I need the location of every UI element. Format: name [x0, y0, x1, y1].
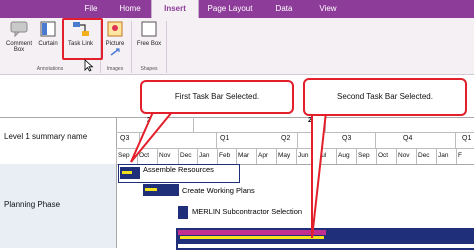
month-divider — [217, 149, 218, 164]
tab-insert[interactable]: Insert — [151, 0, 199, 18]
month-divider — [436, 149, 437, 164]
task-label[interactable]: Assemble Resources — [143, 165, 214, 174]
picture-sub-icon — [110, 48, 120, 56]
month-divider — [336, 149, 337, 164]
tab-file[interactable]: File — [74, 0, 108, 18]
picture-icon — [103, 20, 127, 40]
quarter-label: Q3 — [120, 135, 130, 142]
quarter-label: Q1 — [220, 135, 230, 142]
task-label[interactable]: MERLIN Subcontractor Selection — [192, 207, 302, 216]
month-label: Oct — [378, 152, 389, 159]
ribbon-tab-bar: File Home Insert Page Layout Data View — [0, 0, 474, 18]
month-label: Dec — [418, 152, 430, 159]
month-label: Jul — [318, 152, 327, 159]
callout-joint — [152, 106, 174, 111]
curtain-label: Curtain — [38, 41, 58, 47]
month-divider — [197, 149, 198, 164]
task-bar-long[interactable] — [178, 230, 474, 244]
tab-page-layout[interactable]: Page Layout — [200, 0, 260, 18]
month-label: Feb — [219, 152, 231, 159]
quarter-label: Q3 — [342, 135, 352, 142]
month-label: Dec — [180, 152, 192, 159]
month-divider — [256, 149, 257, 164]
month-label: Jan — [438, 152, 449, 159]
callout-joint — [311, 106, 328, 111]
month-label: May — [278, 152, 291, 159]
month-label: Nov — [398, 152, 410, 159]
month-divider — [456, 149, 457, 164]
month-divider — [178, 149, 179, 164]
month-divider — [116, 149, 117, 164]
task-bar-working-plans[interactable] — [143, 184, 179, 196]
tab-home[interactable]: Home — [110, 0, 150, 18]
month-label: Mar — [238, 152, 250, 159]
year-label: 2 — [147, 117, 151, 124]
group-shapes: Shapes — [140, 66, 158, 72]
group-images: Images — [106, 66, 124, 72]
group-annotations: Annotations — [36, 66, 64, 72]
month-label: Jan — [199, 152, 210, 159]
comment-box-button[interactable]: Comment Box — [4, 20, 34, 53]
year-label: 20 — [308, 117, 316, 124]
picture-button[interactable]: Picture — [103, 20, 127, 56]
curtain-button[interactable]: Curtain — [36, 20, 60, 47]
month-divider — [296, 149, 297, 164]
curtain-icon — [36, 20, 60, 40]
group-divider — [131, 21, 132, 73]
month-label: F — [458, 152, 462, 159]
month-divider — [376, 149, 377, 164]
quarter-label: Q4 — [403, 135, 413, 142]
free-box-icon — [134, 20, 164, 40]
month-divider — [356, 149, 357, 164]
month-label: Jun — [298, 152, 309, 159]
month-divider — [157, 149, 158, 164]
tab-data[interactable]: Data — [264, 0, 304, 18]
month-label: Nov — [159, 152, 171, 159]
month-divider — [416, 149, 417, 164]
comment-box-label: Comment Box — [6, 41, 33, 53]
month-divider — [316, 149, 317, 164]
task-label[interactable]: Create Working Plans — [182, 186, 255, 195]
free-box-button[interactable]: Free Box — [134, 20, 164, 47]
quarter-label: Q2 — [281, 135, 291, 142]
month-label: Apr — [258, 152, 269, 159]
month-label: Sep — [358, 152, 370, 159]
picture-label: Picture — [105, 41, 125, 47]
tab-view[interactable]: View — [308, 0, 348, 18]
group-divider — [166, 21, 167, 73]
month-divider — [137, 149, 138, 164]
level1-row-label: Level 1 summary name — [4, 132, 88, 141]
comment-box-icon — [4, 20, 34, 40]
phase-row-label: Planning Phase — [4, 200, 61, 209]
quarter-label: Q4 — [142, 135, 152, 142]
month-label: Aug — [338, 152, 350, 159]
task-link-highlight — [62, 18, 103, 60]
month-label: Sep — [118, 152, 130, 159]
month-label: Oct — [139, 152, 150, 159]
free-box-label: Free Box — [136, 41, 162, 47]
task-bar-merlin[interactable] — [178, 206, 188, 219]
month-divider — [396, 149, 397, 164]
month-divider — [236, 149, 237, 164]
month-divider — [276, 149, 277, 164]
quarter-label: Q1 — [462, 135, 472, 142]
task-bar-assemble[interactable] — [120, 167, 140, 179]
